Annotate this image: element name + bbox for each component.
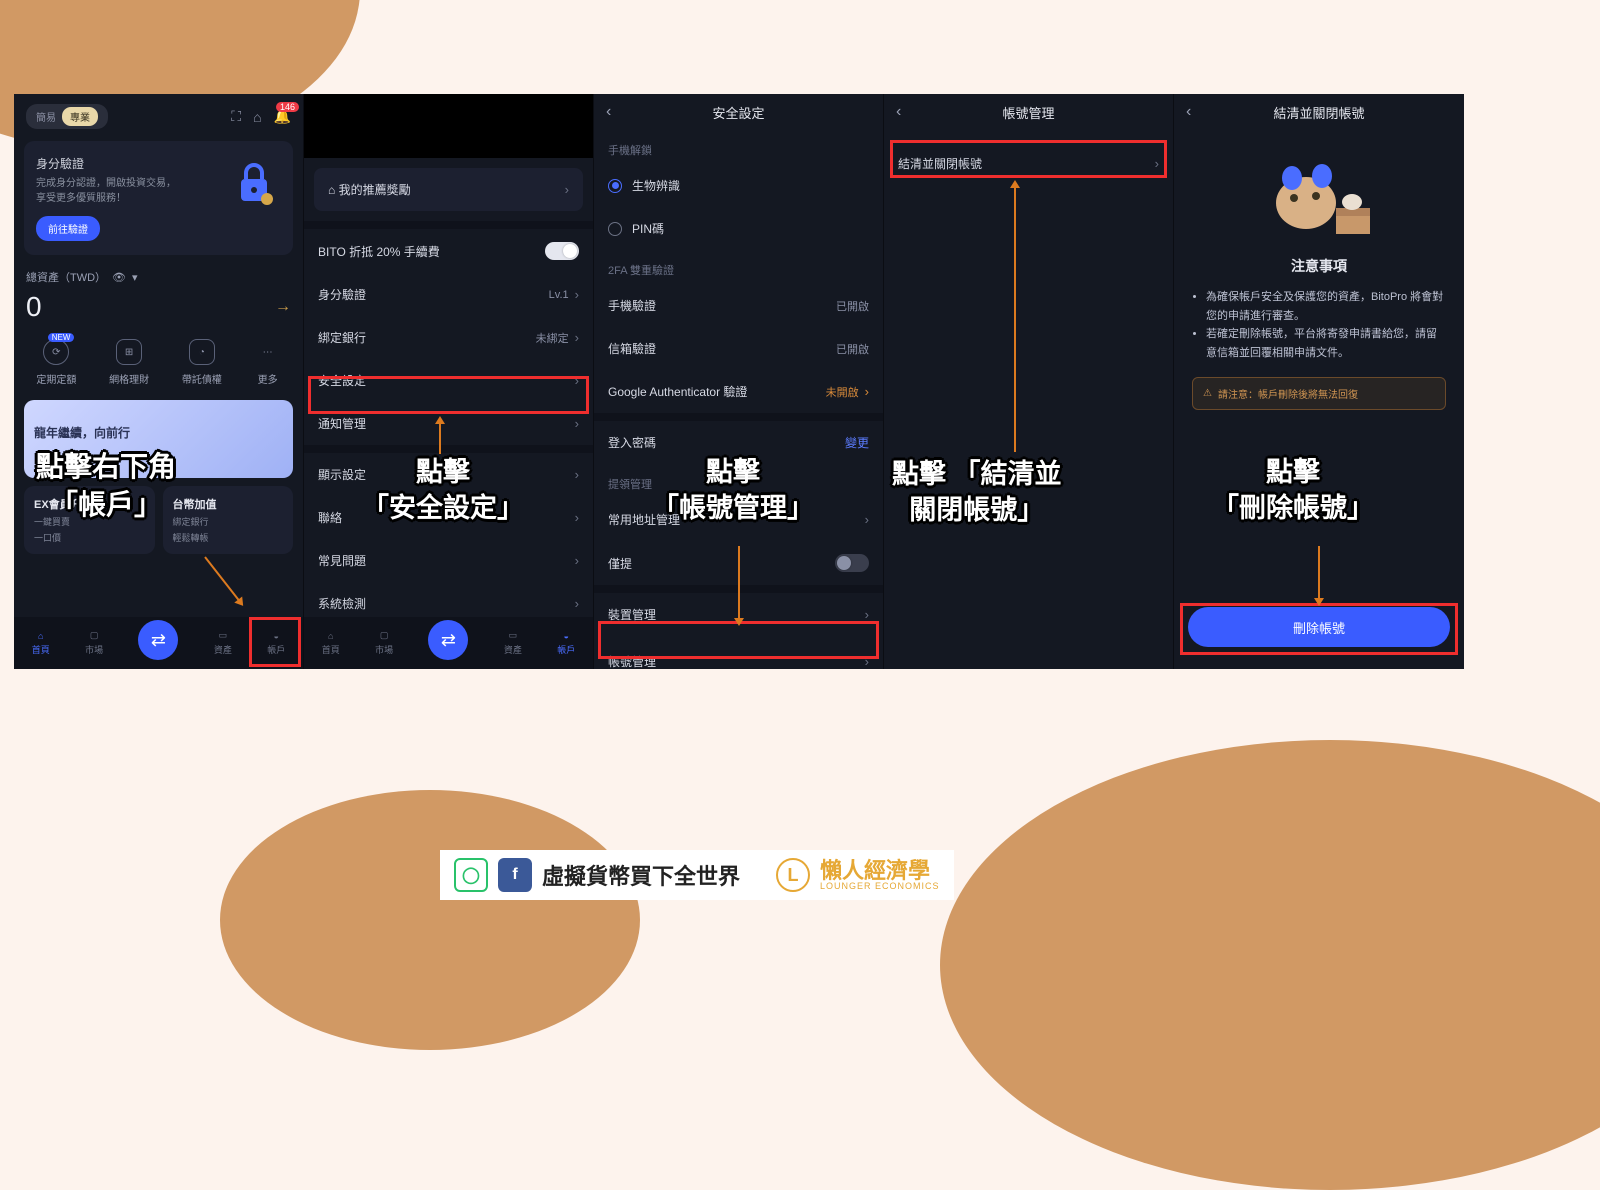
row-biometric[interactable]: 生物辨識 xyxy=(594,164,883,207)
assets-label: 總資產（TWD）👁▾ xyxy=(14,263,303,291)
svc-grid[interactable]: ⊞網格理財 xyxy=(109,339,149,386)
profile-header xyxy=(304,94,593,158)
arrow xyxy=(1318,546,1320,604)
highlight-close-account xyxy=(890,140,1167,178)
radio-selected-icon[interactable] xyxy=(608,179,622,193)
highlight-security xyxy=(308,376,589,414)
lounger-logo-icon: L xyxy=(776,858,810,892)
page-title: 安全設定 xyxy=(712,103,764,122)
screen-account-menu: ⌂ 我的推薦獎勵› BITO 折抵 20% 手續費 身分驗證Lv.1› 綁定銀行… xyxy=(304,94,594,669)
toggle-discount[interactable] xyxy=(545,242,579,260)
nav-trade[interactable]: ⇄ xyxy=(138,620,178,660)
page-title: 帳號管理 xyxy=(1002,103,1054,122)
mode-simple[interactable]: 簡易 xyxy=(36,109,56,124)
screen-account-mgmt: ‹帳號管理 結清並關閉帳號› 點擊 「結清並關閉帳號」 xyxy=(884,94,1174,669)
row-bito-discount[interactable]: BITO 折抵 20% 手續費 xyxy=(304,229,593,273)
nav-home[interactable]: ⌂首頁 xyxy=(32,631,50,656)
facebook-icon: f xyxy=(498,858,532,892)
bell-icon[interactable]: 🔔146 xyxy=(274,108,291,125)
highlight-delete xyxy=(1180,603,1458,655)
row-identity[interactable]: 身分驗證Lv.1› xyxy=(304,273,593,316)
section-unlock: 手機解鎖 xyxy=(594,130,883,164)
nav-account[interactable]: ◒帳戶 xyxy=(557,631,575,656)
warning-icon: ⚠ xyxy=(1203,388,1212,399)
row-faq[interactable]: 常見問題› xyxy=(304,539,593,582)
nav-market[interactable]: ▢市場 xyxy=(85,630,103,656)
row-ga[interactable]: Google Authenticator 驗證未開啟 › xyxy=(594,370,883,413)
annotation-3: 點擊「帳號管理」 xyxy=(652,454,814,527)
bottom-nav: ⌂首頁 ▢市場 ⇄ ▭資產 ◒帳戶 xyxy=(304,617,593,669)
annotation-2: 點擊「安全設定」 xyxy=(362,454,524,527)
screen-security: ‹ 安全設定 手機解鎖 生物辨識 PIN碼 2FA 雙重驗證 手機驗證已開啟 信箱… xyxy=(594,94,884,669)
verify-button[interactable]: 前往驗證 xyxy=(36,216,100,241)
annotation-5: 點擊「刪除帳號」 xyxy=(1212,454,1374,527)
lounger-brand: 懶人經濟學 LOUNGER ECONOMICS xyxy=(820,860,940,891)
notice-list: 為確保帳戶安全及保護您的資產，BitoPro 將會對您的申請進行審查。 若確定刪… xyxy=(1192,288,1446,363)
mode-pro[interactable]: 專業 xyxy=(62,107,98,126)
scan-icon[interactable]: ⛶ xyxy=(231,108,241,125)
row-phone-verify[interactable]: 手機驗證已開啟 xyxy=(594,284,883,327)
nav-trade[interactable]: ⇄ xyxy=(428,620,468,660)
svc-more[interactable]: ⋯更多 xyxy=(255,339,281,386)
screen-home: 簡易 專業 ⛶ ⌂ 🔔146 身分驗證 完成身分認證，開啟投資交易，享受更多優質… xyxy=(14,94,304,669)
section-2fa: 2FA 雙重驗證 xyxy=(594,250,883,284)
arrow xyxy=(1014,182,1016,452)
notif-badge: 146 xyxy=(276,102,299,112)
annotation-1: 點擊右下角「帳戶」 xyxy=(36,448,176,524)
arrow xyxy=(439,418,441,454)
assets-value: 0 xyxy=(26,291,42,323)
screen-close-account: ‹ 結清並關閉帳號 注意事項 為確保帳戶安全及保護您的資產，BitoPro 將會對… xyxy=(1174,94,1464,669)
gift-icon[interactable]: ⌂ xyxy=(253,109,261,125)
row-bank[interactable]: 綁定銀行未綁定› xyxy=(304,316,593,359)
highlight-account-mgmt xyxy=(598,621,879,659)
row-pin[interactable]: PIN碼 xyxy=(594,207,883,250)
row-referral[interactable]: ⌂ 我的推薦獎勵› xyxy=(314,168,583,211)
page-title: 結清並關閉帳號 xyxy=(1273,103,1364,122)
arrow xyxy=(204,556,243,605)
card-twd-deposit[interactable]: 台幣加值綁定銀行輕鬆轉帳 xyxy=(163,486,294,554)
nav-home[interactable]: ⌂首頁 xyxy=(322,631,340,656)
back-icon[interactable]: ‹ xyxy=(1186,103,1191,121)
back-icon[interactable]: ‹ xyxy=(606,103,611,121)
verify-card: 身分驗證 完成身分認證，開啟投資交易，享受更多優質服務！ 前往驗證 xyxy=(24,141,293,255)
footer-text-1: 虛擬貨幣買下全世界 xyxy=(542,859,740,891)
lock-icon xyxy=(229,159,279,209)
svc-lending[interactable]: ◔帶託債權 xyxy=(182,339,222,386)
toggle-whitelist[interactable] xyxy=(835,554,869,572)
warning-box: ⚠請注意：帳戶刪除後將無法回復 xyxy=(1192,377,1446,410)
eye-icon[interactable]: 👁 xyxy=(112,271,126,284)
svc-recurring[interactable]: NEW⟳定期定額 xyxy=(36,339,76,386)
mode-switch[interactable]: 簡易 專業 xyxy=(26,104,108,129)
nav-market[interactable]: ▢市場 xyxy=(375,630,393,656)
row-mail-verify[interactable]: 信箱驗證已開啟 xyxy=(594,327,883,370)
highlight-account-tab xyxy=(249,617,301,667)
assets-arrow[interactable]: → xyxy=(275,298,291,316)
back-icon[interactable]: ‹ xyxy=(896,103,901,121)
footer-branding: ◯ f 虛擬貨幣買下全世界 L 懶人經濟學 LOUNGER ECONOMICS xyxy=(440,850,954,900)
radio-icon[interactable] xyxy=(608,222,622,236)
annotation-4: 點擊 「結清並關閉帳號」 xyxy=(892,456,1062,529)
arrow xyxy=(738,546,740,624)
nav-assets[interactable]: ▭資產 xyxy=(214,630,232,656)
line-icon: ◯ xyxy=(454,858,488,892)
illustration xyxy=(1254,148,1384,248)
notice-heading: 注意事項 xyxy=(1192,256,1446,276)
nav-assets[interactable]: ▭資產 xyxy=(504,630,522,656)
